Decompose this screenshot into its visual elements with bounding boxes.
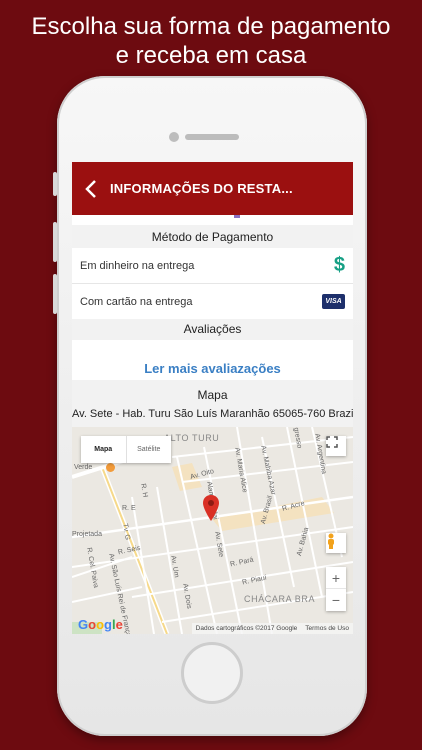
zoom-out-button[interactable]: − — [326, 589, 346, 611]
map-label-r-e: R. E — [122, 505, 136, 512]
headline-line-2: e receba em casa — [115, 42, 307, 69]
google-logo: Google — [78, 617, 123, 632]
payment-option-cash[interactable]: Em dinheiro na entrega $ — [72, 248, 353, 283]
map-type-satellite-button[interactable]: Satélite — [125, 436, 172, 463]
map-label-verde: Verde — [74, 464, 93, 471]
home-button[interactable] — [181, 642, 243, 704]
fullscreen-icon[interactable] — [326, 436, 346, 456]
map-type-toggle: Mapa Satélite — [81, 436, 171, 463]
payment-section-title: Método de Pagamento — [151, 230, 274, 244]
phone-volume-up — [53, 222, 57, 262]
map-label-projetada: Projetada — [72, 531, 102, 538]
phone-mute-switch — [53, 172, 57, 196]
chevron-left-icon[interactable] — [76, 162, 106, 215]
zoom-in-button[interactable]: + — [326, 567, 346, 589]
earpiece-speaker — [185, 134, 239, 140]
payment-option-label: Com cartão na entrega — [80, 295, 193, 308]
phone-volume-down — [53, 274, 57, 314]
payment-option-card[interactable]: Com cartão na entrega VISA — [72, 284, 353, 319]
restaurant-poi-icon — [106, 463, 115, 472]
restaurant-address: Av. Sete - Hab. Turu São Luís Maranhão 6… — [72, 408, 353, 420]
payment-option-label: Em dinheiro na entrega — [80, 259, 195, 272]
promo-headline: Escolha sua forma de pagamento e receba … — [0, 12, 422, 70]
zoom-control: + − — [326, 567, 346, 611]
location-pin-icon[interactable] — [203, 495, 219, 521]
previous-card-sliver — [72, 215, 353, 225]
previous-card-accent — [234, 215, 240, 218]
map-label-chacara: CHÁCARA BRA — [244, 594, 316, 604]
read-more-reviews-link[interactable]: Ler mais avaliazações — [72, 361, 353, 376]
page-title: INFORMAÇÕES DO RESTA... — [110, 181, 293, 196]
dollar-icon: $ — [333, 254, 345, 276]
visa-icon: VISA — [322, 294, 345, 309]
map-label-alto-turu: ALTO TURU — [164, 433, 220, 443]
street-view-pegman-icon[interactable] — [326, 533, 346, 553]
reviews-section-title: Avaliações — [183, 322, 242, 336]
front-camera — [169, 132, 179, 142]
terms-of-use-link[interactable]: Termos de Uso — [305, 625, 349, 632]
map-section-title: Mapa — [197, 388, 228, 402]
map-attribution: Dados cartográficos ©2017 Google Termos … — [191, 623, 353, 634]
map-data-credit: Dados cartográficos ©2017 Google — [195, 625, 298, 632]
map-type-map-button[interactable]: Mapa — [81, 436, 126, 463]
map-view[interactable]: ALTO TURU CHÁCARA BRA Verde Projetada Av… — [72, 427, 353, 634]
app-bar: INFORMAÇÕES DO RESTA... — [72, 162, 353, 215]
headline-line-1: Escolha sua forma de pagamento — [31, 13, 391, 40]
app-screen: INFORMAÇÕES DO RESTA... Método de Pagame… — [72, 162, 353, 634]
reviews-card: Ler mais avaliazações — [72, 340, 353, 380]
